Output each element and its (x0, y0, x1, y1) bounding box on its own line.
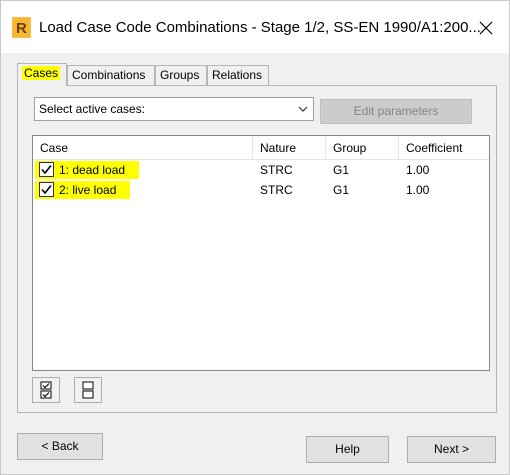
case-name: 1: dead load (59, 163, 126, 177)
case-checkbox[interactable] (39, 162, 54, 177)
case-name: 2: live load (59, 183, 117, 197)
checkmark-icon (41, 185, 52, 195)
close-button[interactable] (473, 15, 499, 41)
back-button[interactable]: < Back (17, 433, 103, 460)
tab-cases[interactable]: Cases (17, 63, 67, 86)
column-header-coefficient[interactable]: Coefficient (399, 136, 489, 160)
active-cases-select[interactable]: Select active cases: (34, 97, 314, 121)
group-cell: G1 (333, 163, 350, 177)
uncheck-all-button[interactable] (74, 377, 102, 403)
table-row[interactable]: 1: dead load STRC G1 1.00 (33, 160, 489, 180)
tab-label: Cases (22, 66, 61, 80)
edit-parameters-button[interactable]: Edit parameters (320, 99, 472, 124)
tab-groups[interactable]: Groups (155, 65, 207, 85)
check-all-icon (40, 381, 52, 399)
table-row[interactable]: 2: live load STRC G1 1.00 (33, 180, 489, 200)
tab-label: Groups (160, 68, 200, 82)
help-button[interactable]: Help (306, 436, 389, 463)
list-header: Case Nature Group Coefficient (33, 136, 489, 160)
tab-label: Relations (212, 68, 263, 82)
checkmark-icon (41, 165, 52, 175)
next-button[interactable]: Next > (407, 436, 496, 463)
select-value: Select active cases: (39, 102, 146, 116)
column-header-case[interactable]: Case (33, 136, 253, 160)
coefficient-cell: 1.00 (406, 163, 430, 177)
column-header-group[interactable]: Group (326, 136, 399, 160)
check-all-button[interactable] (32, 377, 60, 403)
svg-text:R: R (16, 20, 27, 37)
nature-cell: STRC (260, 183, 293, 197)
nature-cell: STRC (260, 163, 293, 177)
column-header-nature[interactable]: Nature (253, 136, 326, 160)
dialog-window: R Load Case Code Combinations - Stage 1/… (0, 0, 510, 475)
case-checkbox[interactable] (39, 182, 54, 197)
cases-list: Case Nature Group Coefficient 1: dead lo… (32, 135, 490, 371)
coefficient-cell: 1.00 (406, 183, 430, 197)
chevron-down-icon (298, 106, 308, 112)
tab-combinations[interactable]: Combinations (67, 65, 155, 85)
uncheck-all-icon (82, 381, 94, 399)
app-icon: R (12, 17, 31, 38)
close-icon (479, 21, 493, 35)
window-title: Load Case Code Combinations - Stage 1/2,… (39, 19, 481, 36)
title-bar: R Load Case Code Combinations - Stage 1/… (1, 1, 509, 53)
cases-panel: Select active cases: Edit parameters Cas… (17, 85, 497, 413)
group-cell: G1 (333, 183, 350, 197)
tab-relations[interactable]: Relations (207, 65, 269, 85)
tab-label: Combinations (72, 68, 146, 82)
